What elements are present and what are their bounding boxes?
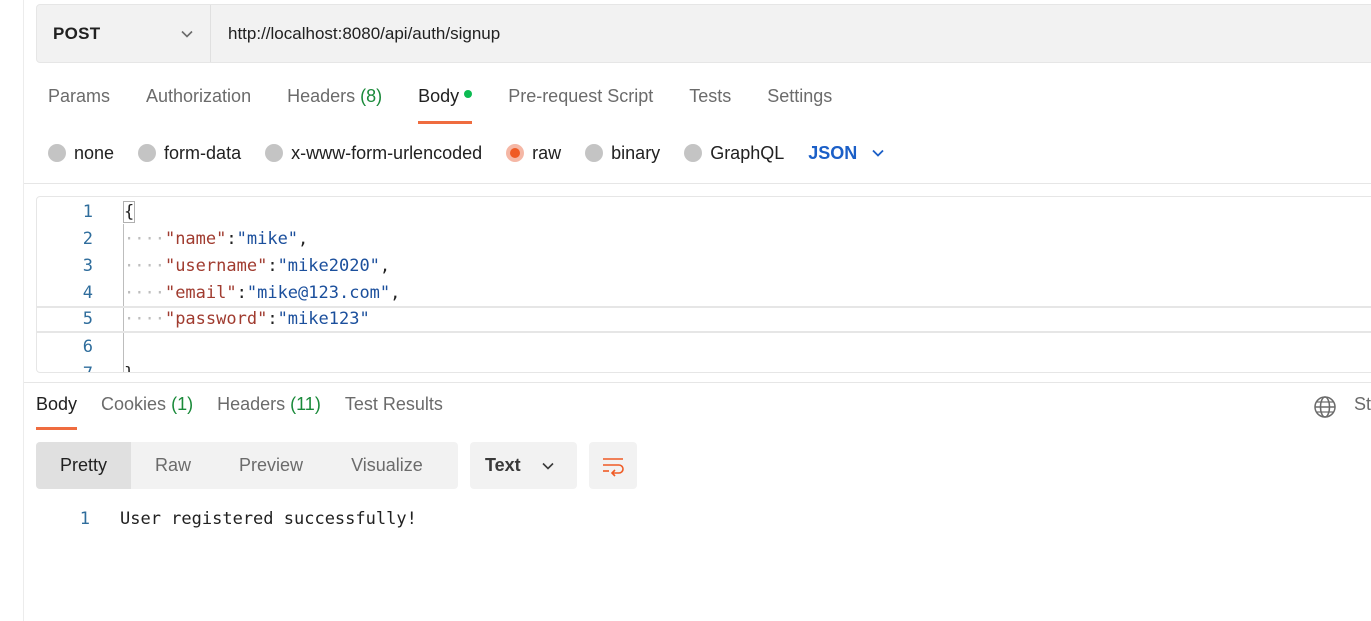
editor-line: 7 } xyxy=(37,361,1371,372)
chevron-down-icon xyxy=(872,149,884,157)
editor-line-current: 5 ····"password":"mike123" xyxy=(37,306,1371,333)
response-format-select[interactable]: Text xyxy=(470,442,577,489)
body-editor[interactable]: 1 { 2 ····"name":"mike", 3 ····"username… xyxy=(36,196,1371,373)
tab-authorization[interactable]: Authorization xyxy=(146,86,251,124)
url-input[interactable]: http://localhost:8080/api/auth/signup xyxy=(211,24,500,44)
body-type-urlencoded[interactable]: x-www-form-urlencoded xyxy=(265,143,482,164)
wrap-lines-icon xyxy=(603,457,624,477)
left-sidebar-edge xyxy=(0,0,24,621)
divider xyxy=(24,382,1371,383)
view-pretty[interactable]: Pretty xyxy=(36,442,132,489)
tab-settings[interactable]: Settings xyxy=(767,86,832,124)
chevron-down-icon xyxy=(542,462,554,470)
tab-tests[interactable]: Tests xyxy=(689,86,731,124)
response-tab-cookies[interactable]: Cookies (1) xyxy=(101,394,193,430)
tab-body[interactable]: Body xyxy=(418,86,473,124)
tab-pre-request-script[interactable]: Pre-request Script xyxy=(508,86,653,124)
response-view-modes: Pretty Raw Preview Visualize xyxy=(36,442,458,489)
radio-icon xyxy=(684,144,703,162)
body-format-select[interactable]: JSON xyxy=(808,143,885,164)
body-type-none[interactable]: none xyxy=(48,143,114,164)
response-tab-headers[interactable]: Headers (11) xyxy=(217,394,321,430)
radio-icon xyxy=(138,144,157,162)
editor-line: 2 ····"name":"mike", xyxy=(82,229,309,249)
body-type-binary[interactable]: binary xyxy=(585,143,660,164)
view-preview[interactable]: Preview xyxy=(215,442,327,489)
body-type-raw[interactable]: raw xyxy=(506,143,561,164)
editor-line: 1 { xyxy=(82,201,136,223)
editor-line: 4 ····"email":"mike@123.com", xyxy=(82,283,401,303)
radio-icon xyxy=(48,144,66,162)
response-status: St xyxy=(1354,394,1371,414)
radio-selected-icon xyxy=(506,144,525,162)
tab-headers[interactable]: Headers (8) xyxy=(287,86,382,124)
chevron-down-icon xyxy=(181,30,193,38)
response-tabs: Body Cookies (1) Headers (11) Test Resul… xyxy=(36,394,467,430)
headers-count: (8) xyxy=(360,86,383,106)
body-type-options: none form-data x-www-form-urlencoded raw… xyxy=(48,140,885,166)
response-body-text: User registered successfully! xyxy=(120,509,417,529)
response-tab-test-results[interactable]: Test Results xyxy=(345,394,443,430)
view-raw[interactable]: Raw xyxy=(131,442,215,489)
body-type-graphql[interactable]: GraphQL xyxy=(684,143,784,164)
response-tab-body[interactable]: Body xyxy=(36,394,78,430)
method-label: POST xyxy=(53,23,101,43)
request-bar: POST http://localhost:8080/api/auth/sign… xyxy=(36,4,1371,63)
radio-icon xyxy=(585,144,604,162)
body-modified-dot xyxy=(464,90,473,98)
tab-params[interactable]: Params xyxy=(48,86,110,124)
body-type-form-data[interactable]: form-data xyxy=(138,143,241,164)
view-visualize[interactable]: Visualize xyxy=(327,442,447,489)
globe-icon[interactable] xyxy=(1313,395,1337,419)
editor-line: 6 xyxy=(82,337,93,357)
wrap-lines-button[interactable] xyxy=(589,442,637,489)
request-tabs: Params Authorization Headers (8) Body Pr… xyxy=(48,86,868,124)
editor-line: 3 ····"username":"mike2020", xyxy=(82,256,391,276)
method-select[interactable]: POST xyxy=(37,5,211,62)
divider xyxy=(24,183,1371,184)
radio-icon xyxy=(265,144,284,162)
